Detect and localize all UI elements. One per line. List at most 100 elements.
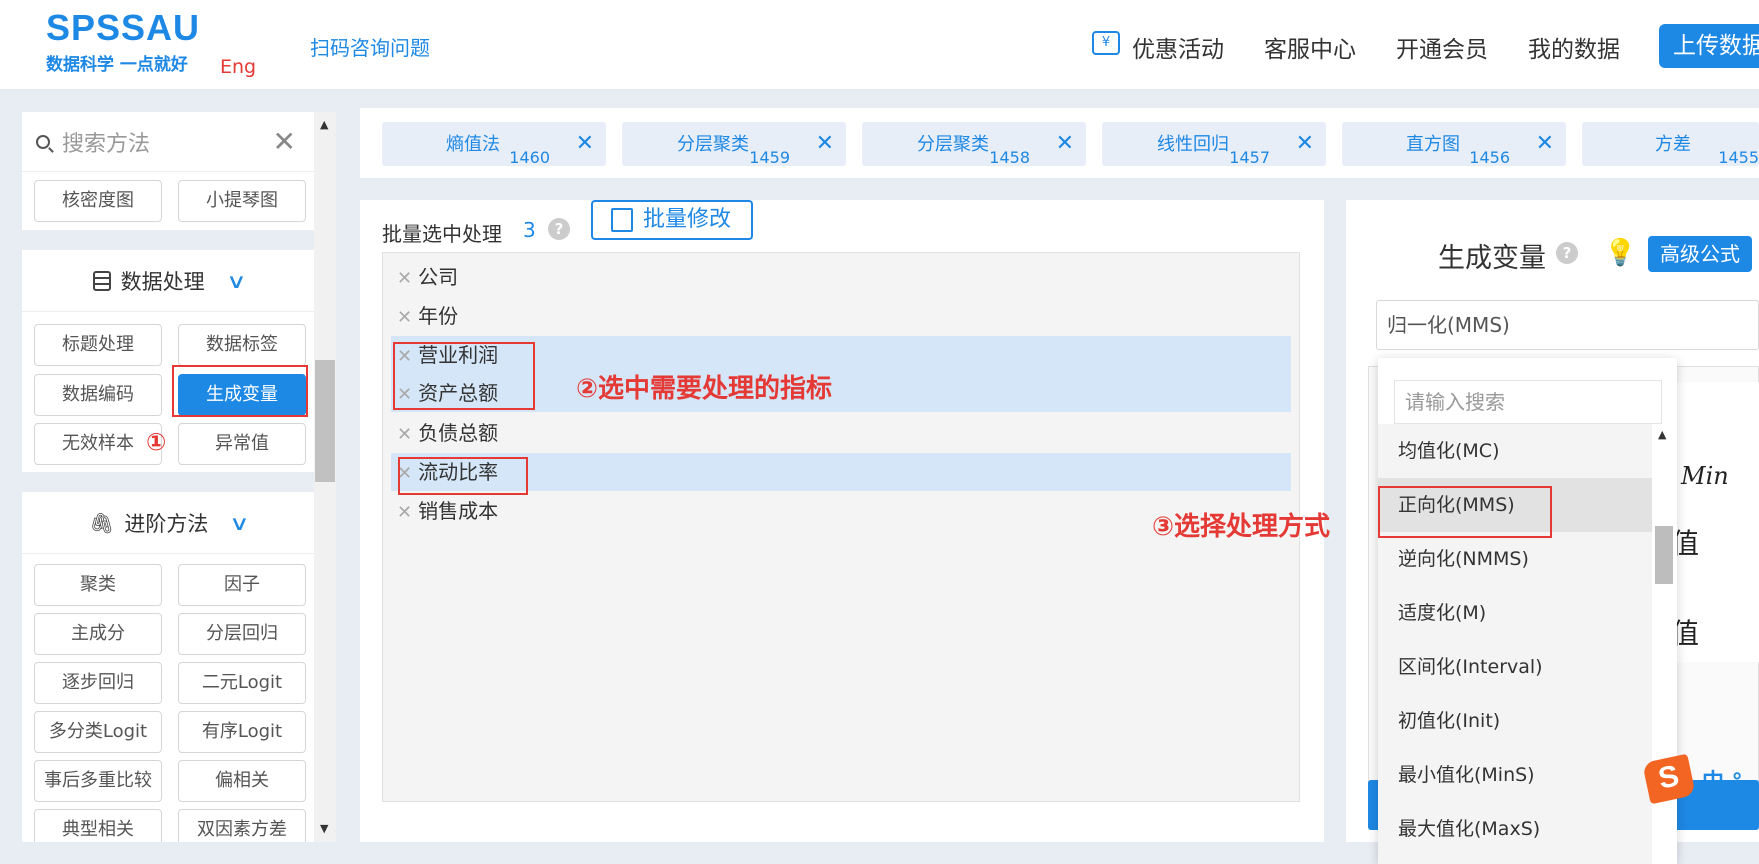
logo[interactable]: SPSSAU 数据科学 一点就好 <box>46 7 201 76</box>
dropdown-option[interactable]: 均值化(MC) <box>1378 424 1652 478</box>
tab-number: 1455 <box>1718 148 1759 167</box>
tab-number: 1459 <box>749 148 790 167</box>
database-icon <box>92 270 111 291</box>
variable-item[interactable]: ✕ 公司 <box>391 258 1291 296</box>
annotation-box-step1 <box>172 365 308 417</box>
tab-item[interactable]: 熵值法 1460 ✕ <box>382 122 606 167</box>
variable-item[interactable]: ✕ 年份 <box>391 297 1291 335</box>
method-button[interactable]: 典型相关 <box>34 809 162 842</box>
annotation-box-step2 <box>393 342 535 410</box>
tab-item[interactable]: 线性回归 1457 ✕ <box>1102 122 1326 167</box>
tab-item[interactable]: 分层聚类 1458 ✕ <box>862 122 1086 167</box>
close-icon[interactable]: ✕ <box>816 131 834 156</box>
lightbulb-icon[interactable]: 💡 <box>1604 238 1636 268</box>
method-button[interactable]: 核密度图 <box>34 180 162 222</box>
variable-name: 负债总额 <box>418 421 499 445</box>
close-icon[interactable]: ✕ <box>1056 131 1074 156</box>
upload-data-button[interactable]: 上传数据 <box>1659 24 1759 68</box>
annotation-step2: ②选中需要处理的指标 <box>576 374 833 404</box>
analysis-tabs: 熵值法 1460 ✕ 分层聚类 1459 ✕ 分层聚类 1458 ✕ 线性回归 … <box>360 108 1759 178</box>
method-button[interactable]: 数据编码 <box>34 374 162 416</box>
dropdown-option[interactable]: 逆向化(NMMS) <box>1378 532 1652 586</box>
search-input[interactable]: 搜索方法 <box>62 126 273 158</box>
nav-my-data[interactable]: 我的数据 <box>1528 30 1620 64</box>
remove-icon[interactable]: ✕ <box>397 424 412 445</box>
tab-number: 1457 <box>1229 148 1270 167</box>
data-processing-header[interactable]: 数据处理 ∨ <box>22 250 314 312</box>
dropdown-scroll-thumb[interactable] <box>1655 526 1673 584</box>
advanced-methods-header[interactable]: 🖇 进阶方法 ∨ <box>22 492 314 554</box>
method-button[interactable]: 多分类Logit <box>34 711 162 753</box>
chevron-down-icon[interactable]: ∨ <box>229 511 249 535</box>
sidebar-scroll-thumb[interactable] <box>315 360 335 482</box>
advanced-formula-button[interactable]: 高级公式 <box>1648 236 1752 272</box>
sogou-logo-icon: S <box>1642 753 1696 805</box>
nav-promotions[interactable]: 优惠活动 <box>1132 30 1224 64</box>
remove-icon[interactable]: ✕ <box>397 268 412 289</box>
paperclip-icon: 🖇 <box>88 510 115 535</box>
logo-title: SPSSAU <box>46 7 201 48</box>
close-icon[interactable]: ✕ <box>1296 131 1314 156</box>
close-icon[interactable]: ✕ <box>273 125 296 158</box>
search-box[interactable]: 搜索方法 ✕ <box>22 112 314 172</box>
scroll-up-icon[interactable]: ▲ <box>320 118 328 131</box>
dropdown-search-input[interactable]: 请输入搜索 <box>1394 380 1662 424</box>
variable-item[interactable]: ✕ 负债总额 <box>391 414 1291 452</box>
dropdown-option[interactable]: 最小值化(MinS) <box>1378 748 1652 802</box>
ime-mode-text[interactable]: 中 °, <box>1702 764 1751 796</box>
tab-item[interactable]: 分层聚类 1459 ✕ <box>622 122 846 167</box>
batch-edit-button[interactable]: 批量修改 <box>591 200 753 240</box>
help-icon[interactable]: ? <box>548 218 570 240</box>
search-card: 搜索方法 ✕ 核密度图 小提琴图 <box>22 112 314 230</box>
scroll-up-icon[interactable]: ▲ <box>1658 428 1666 441</box>
english-switch-link[interactable]: Eng <box>220 56 256 78</box>
method-button[interactable]: 双因素方差 <box>178 809 306 842</box>
method-button[interactable]: 有序Logit <box>178 711 306 753</box>
close-icon[interactable]: ✕ <box>1536 131 1554 156</box>
remove-icon[interactable]: ✕ <box>397 502 412 523</box>
method-button[interactable]: 无效样本 <box>34 423 162 465</box>
edit-icon <box>611 208 633 232</box>
method-button[interactable]: 分层回归 <box>178 613 306 655</box>
annotation-box-step3 <box>1378 486 1552 538</box>
data-processing-card: 数据处理 ∨ 标题处理 数据标签 数据编码 生成变量 无效样本 异常值 <box>22 250 314 472</box>
variable-name: 销售成本 <box>418 499 499 523</box>
method-button[interactable]: 数据标签 <box>178 324 306 366</box>
method-button[interactable]: 聚类 <box>34 564 162 606</box>
dropdown-option[interactable]: 初值化(Init) <box>1378 694 1652 748</box>
method-button[interactable]: 小提琴图 <box>178 180 306 222</box>
nav-membership[interactable]: 开通会员 <box>1396 30 1488 64</box>
tab-item[interactable]: 直方图 1456 ✕ <box>1342 122 1566 167</box>
tab-number: 1460 <box>509 148 550 167</box>
annotation-step1: ① <box>146 428 167 456</box>
dropdown-option[interactable]: 适度化(M) <box>1378 586 1652 640</box>
dropdown-option[interactable]: 最大值化(MaxS) <box>1378 802 1652 856</box>
panel-title: 生成变量 <box>1438 243 1546 274</box>
batch-edit-label: 批量修改 <box>643 207 732 232</box>
logo-slogan: 数据科学 一点就好 <box>46 55 188 75</box>
tab-number: 1458 <box>989 148 1030 167</box>
tab-number: 1456 <box>1469 148 1510 167</box>
method-button[interactable]: 逐步回归 <box>34 662 162 704</box>
method-button[interactable]: 偏相关 <box>178 760 306 802</box>
close-icon[interactable]: ✕ <box>576 131 594 156</box>
method-button[interactable]: 事后多重比较 <box>34 760 162 802</box>
scroll-down-icon[interactable]: ▼ <box>320 822 328 835</box>
method-button[interactable]: 异常值 <box>178 423 306 465</box>
method-button[interactable]: 标题处理 <box>34 324 162 366</box>
method-button[interactable]: 主成分 <box>34 613 162 655</box>
scan-consult-link[interactable]: 扫码咨询问题 <box>310 32 430 61</box>
method-sidebar: 搜索方法 ✕ 核密度图 小提琴图 数据处理 ∨ 标题处理 数据标签 数据编码 生… <box>22 112 314 842</box>
sogou-ime-toolbar[interactable]: S 中 °, <box>1642 753 1759 805</box>
dropdown-option[interactable]: 区间化(Interval) <box>1378 640 1652 694</box>
chevron-down-icon[interactable]: ∨ <box>226 269 246 293</box>
method-button[interactable]: 二元Logit <box>178 662 306 704</box>
method-button[interactable]: 因子 <box>178 564 306 606</box>
tab-item[interactable]: 方差 1455 <box>1582 122 1759 167</box>
selected-count: 3 <box>523 218 536 242</box>
help-icon[interactable]: ? <box>1556 242 1578 264</box>
coupon-icon: ¥ <box>1092 31 1120 55</box>
remove-icon[interactable]: ✕ <box>397 307 412 328</box>
nav-customer-service[interactable]: 客服中心 <box>1264 30 1356 64</box>
method-select[interactable]: 归一化(MMS) <box>1376 300 1759 350</box>
